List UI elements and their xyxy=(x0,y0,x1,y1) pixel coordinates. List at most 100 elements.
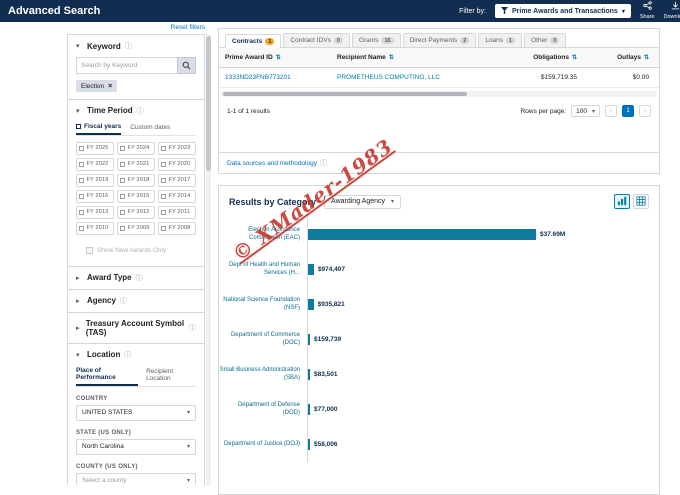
horizontal-scrollbar[interactable] xyxy=(221,91,657,97)
keyword-search-button[interactable] xyxy=(177,57,196,74)
chart-row-dept-of-health-and-human-servi: Dept of Health and Human Services (H...$… xyxy=(219,252,651,287)
column-header-award-description[interactable]: Award Description⇅ xyxy=(655,48,659,67)
chevron-right-icon: ▸ xyxy=(76,274,83,282)
category-label-link[interactable]: National Science Foundation (NSF) xyxy=(219,297,307,313)
results-tab-contract-idvs[interactable]: Contract IDVs0 xyxy=(283,33,350,47)
table-cell-prime-award-id[interactable]: 1333ND23FNB773201 xyxy=(219,68,331,87)
fiscal-year-checkbox-fy-2014[interactable]: FY 2014 xyxy=(158,190,196,203)
category-label-link[interactable]: Department of Defense (DOD) xyxy=(219,402,307,418)
results-tab-grants[interactable]: Grants16 xyxy=(352,33,401,47)
country-select[interactable]: UNITED STATES ▾ xyxy=(76,405,196,421)
category-label-link[interactable]: Department of Justice (DOJ) xyxy=(219,441,307,449)
tab-place-of-performance[interactable]: Place of Performance xyxy=(76,365,138,386)
fiscal-year-checkbox-fy-2021[interactable]: FY 2021 xyxy=(117,158,155,171)
category-label-link[interactable]: Election Assistance Commission (EAC) xyxy=(219,227,307,243)
time-period-section-header[interactable]: ▾ Time Period ⓘ xyxy=(76,106,196,116)
fiscal-year-checkbox-fy-2025[interactable]: FY 2025 xyxy=(76,142,114,155)
column-header-prime-award-id[interactable]: Prime Award ID⇅ xyxy=(219,48,331,67)
keyword-search-input[interactable] xyxy=(76,57,177,74)
column-header-obligations[interactable]: Obligations⇅ xyxy=(483,48,583,67)
fiscal-year-checkbox-fy-2016[interactable]: FY 2016 xyxy=(76,190,114,203)
table-cell-recipient-name[interactable]: PROMETHEUS COMPUTING, LLC xyxy=(331,68,483,87)
sidebar-scrollbar[interactable] xyxy=(206,34,211,485)
award-type-filter-dropdown[interactable]: Prime Awards and Transactions ▾ xyxy=(495,4,631,18)
scrollbar-thumb[interactable] xyxy=(223,92,467,96)
bar-zone: $159,739 xyxy=(307,322,651,357)
previous-page-button[interactable]: ‹ xyxy=(605,105,617,117)
fiscal-year-checkbox-fy-2024[interactable]: FY 2024 xyxy=(117,142,155,155)
tab-label: Contracts xyxy=(232,38,262,45)
info-icon: ⓘ xyxy=(189,323,196,333)
results-by-category-card: Results by Category Awarding Agency ▾ El… xyxy=(218,185,660,495)
section-header-award-type[interactable]: ▸Award Typeⓘ xyxy=(76,273,196,283)
fiscal-year-checkbox-fy-2023[interactable]: FY 2023 xyxy=(158,142,196,155)
download-label: Download xyxy=(664,14,680,21)
bar[interactable] xyxy=(308,299,314,310)
chart-view-button[interactable] xyxy=(614,194,630,209)
category-label-link[interactable]: Dept of Health and Human Services (H... xyxy=(219,262,307,278)
fiscal-year-checkbox-fy-2022[interactable]: FY 2022 xyxy=(76,158,114,171)
scrollbar-thumb[interactable] xyxy=(206,36,211,171)
table-footer: 1-1 of 1 results Rows per page: 100 ▾ ‹ … xyxy=(219,100,659,121)
county-select[interactable]: Select a county ▾ xyxy=(76,473,196,486)
remove-tag-icon[interactable]: × xyxy=(108,83,112,90)
category-label-link[interactable]: Department of Commerce (DOC) xyxy=(219,332,307,348)
funnel-icon xyxy=(501,7,508,16)
bar-value-label: $37.69M xyxy=(540,231,565,238)
results-type-tabs: Contracts1Contract IDVs0Grants16Direct P… xyxy=(219,29,659,48)
results-tab-loans[interactable]: Loans1 xyxy=(478,33,522,47)
fiscal-year-checkbox-fy-2020[interactable]: FY 2020 xyxy=(158,158,196,171)
fiscal-year-checkbox-fy-2018[interactable]: FY 2018 xyxy=(117,174,155,187)
share-button[interactable]: Share xyxy=(640,1,655,20)
category-label-link[interactable]: Small Business Administration (SBA) xyxy=(219,367,307,383)
section-header-agency[interactable]: ▸Agencyⓘ xyxy=(76,296,196,306)
fiscal-year-checkbox-fy-2019[interactable]: FY 2019 xyxy=(76,174,114,187)
rows-per-page-select[interactable]: 100 ▾ xyxy=(571,105,600,117)
fiscal-year-checkbox-fy-2011[interactable]: FY 2011 xyxy=(158,206,196,219)
time-period-tabs: Fiscal years Custom dates xyxy=(76,121,196,136)
show-new-awards-checkbox[interactable]: Show New Awards Only xyxy=(86,247,196,254)
table-view-button[interactable] xyxy=(633,194,649,209)
fiscal-year-checkbox-fy-2013[interactable]: FY 2013 xyxy=(76,206,114,219)
checkbox-icon xyxy=(79,226,84,231)
bar[interactable] xyxy=(308,369,310,380)
bar[interactable] xyxy=(308,264,314,275)
tab-custom-dates[interactable]: Custom dates xyxy=(130,121,170,135)
checkbox-icon xyxy=(161,178,166,183)
fiscal-years-tab-label: Fiscal years xyxy=(84,123,121,130)
county-placeholder: Select a county xyxy=(82,477,126,484)
tab-count-badge: 0 xyxy=(334,37,343,44)
reset-filters-link[interactable]: Reset filters xyxy=(67,24,205,31)
data-sources-link[interactable]: Data sources and methodology ⓘ xyxy=(219,152,659,173)
bar[interactable] xyxy=(308,334,310,345)
category-dropdown[interactable]: Awarding Agency ▾ xyxy=(324,195,401,209)
page-number-button[interactable]: 1 xyxy=(622,105,634,117)
chevron-down-icon: ▾ xyxy=(187,409,190,416)
bar[interactable] xyxy=(308,404,310,415)
results-tab-contracts[interactable]: Contracts1 xyxy=(225,34,281,48)
results-tab-direct-payments[interactable]: Direct Payments2 xyxy=(403,33,477,47)
bar[interactable] xyxy=(308,439,310,450)
bar-zone: $935,821 xyxy=(307,287,651,322)
column-header-recipient-name[interactable]: Recipient Name⇅ xyxy=(331,48,483,67)
bar-value-label: $83,501 xyxy=(314,371,338,378)
fiscal-year-checkbox-fy-2009[interactable]: FY 2009 xyxy=(117,222,155,235)
column-header-outlays[interactable]: Outlays⇅ xyxy=(583,48,655,67)
bar[interactable] xyxy=(308,229,536,240)
keyword-section-header[interactable]: ▾ Keyword ⓘ xyxy=(76,41,196,51)
checkbox-icon xyxy=(161,146,166,151)
fiscal-year-checkbox-fy-2008[interactable]: FY 2008 xyxy=(158,222,196,235)
tab-label: Loans xyxy=(485,37,503,44)
tab-recipient-location[interactable]: Recipient Location xyxy=(146,365,196,386)
next-page-button[interactable]: › xyxy=(639,105,651,117)
results-tab-other[interactable]: Other0 xyxy=(524,33,566,47)
state-select[interactable]: North Carolina ▾ xyxy=(76,439,196,455)
fiscal-year-checkbox-fy-2015[interactable]: FY 2015 xyxy=(117,190,155,203)
fiscal-year-checkbox-fy-2012[interactable]: FY 2012 xyxy=(117,206,155,219)
fiscal-year-checkbox-fy-2017[interactable]: FY 2017 xyxy=(158,174,196,187)
download-button[interactable]: Download xyxy=(664,1,680,20)
section-header-treasury-account-symbol-tas[interactable]: ▸Treasury Account Symbol (TAS)ⓘ xyxy=(76,319,196,337)
location-section-header[interactable]: ▾ Location ⓘ xyxy=(76,350,196,360)
tab-fiscal-years[interactable]: Fiscal years xyxy=(76,121,121,135)
fiscal-year-checkbox-fy-2010[interactable]: FY 2010 xyxy=(76,222,114,235)
